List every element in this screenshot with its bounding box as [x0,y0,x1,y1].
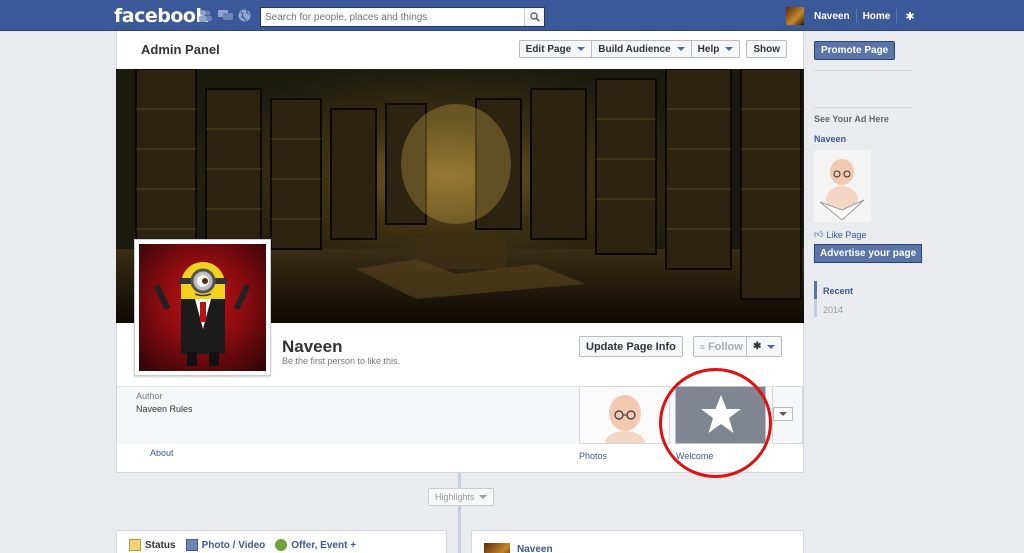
right-column-divider [814,70,913,71]
see-your-ad-heading[interactable]: See Your Ad Here [814,114,889,124]
highlights-label: Highlights [435,492,475,502]
photo-video-label: Photo / Video [201,539,266,551]
update-page-info-button[interactable]: Update Page Info [579,336,683,357]
user-name-link[interactable]: Naveen [810,11,854,22]
offer-event-label: Offer, Event + [291,539,357,551]
edit-page-button[interactable]: Edit Page [518,40,593,58]
minion-profile-image [139,244,266,371]
page-name[interactable]: Naveen [282,337,342,357]
right-column-divider [814,107,913,108]
profile-picture[interactable] [134,239,271,376]
promote-page-button[interactable]: Promote Page [814,41,896,60]
photo-video-tab[interactable]: Photo / Video [185,539,266,551]
offer-event-tab[interactable]: Offer, Event + [275,539,356,551]
nav-divider [896,9,898,23]
admin-panel-title: Admin Panel [141,42,220,57]
search-input[interactable] [261,8,523,26]
chevron-down-icon [725,47,734,51]
apps-dropdown-button[interactable] [773,407,793,421]
friend-requests-icon[interactable] [198,9,212,22]
page-settings-button[interactable]: ✱ [746,336,783,357]
user-avatar[interactable] [786,7,804,25]
timeline-post: Naveen [471,530,804,553]
welcome-tile-label[interactable]: Welcome [676,451,713,461]
ad-page-name[interactable]: Naveen [814,134,846,144]
show-button[interactable]: Show [746,40,787,58]
ad-image[interactable] [814,150,871,222]
help-label: Help [697,43,720,55]
follow-button[interactable]: ≈ Follow [693,336,750,357]
advertise-your-page-button[interactable]: Advertise your page [814,244,923,263]
author-label: Author [136,391,163,401]
edit-page-label: Edit Page [525,43,572,55]
scrubber-recent[interactable]: Recent [823,286,853,296]
scrubber-active-segment [814,281,817,299]
rss-icon: ≈ [700,341,705,352]
chevron-down-icon [577,47,586,51]
photos-tile-label[interactable]: Photos [579,451,607,461]
home-link[interactable]: Home [859,11,895,22]
thumbs-up-icon: 👍︎ [814,229,824,239]
about-link[interactable]: About [150,448,174,458]
photo-icon [185,539,198,551]
chevron-down-icon [767,344,776,349]
baby-reading-image [814,150,871,222]
help-button[interactable]: Help [690,40,741,58]
like-page-link[interactable]: 👍︎ Like Page [814,229,866,240]
settings-gear-icon[interactable]: ✱ [899,10,914,23]
author-value: Naveen Rules [136,404,193,414]
account-nav: Naveen Home ✱ [786,6,915,26]
chevron-down-icon [478,495,487,499]
status-tab[interactable]: Status [129,539,176,551]
admin-panel-bar: Admin Panel Edit Page Build Audience Hel… [116,31,804,69]
status-label: Status [145,539,176,551]
star-icon [700,395,741,433]
status-icon [129,539,141,551]
chevron-down-icon [676,47,685,51]
follow-label: Follow [707,340,743,353]
scrubber-year[interactable]: 2014 [823,305,843,315]
build-audience-button[interactable]: Build Audience [591,40,692,58]
messages-icon[interactable] [218,9,233,22]
nav-divider [855,9,857,23]
likes-summary: Be the first person to like this. [282,356,401,366]
post-author-name[interactable]: Naveen [517,544,553,553]
highlights-dropdown[interactable]: Highlights [428,488,494,506]
offer-icon [275,539,288,551]
photos-tile[interactable] [579,386,670,444]
facebook-logo[interactable]: facebook [114,5,208,27]
search-button[interactable] [524,8,544,26]
admin-panel-buttons: Edit Page Build Audience Help Show [518,40,787,58]
minion-illustration [153,262,251,366]
build-audience-label: Build Audience [598,43,671,55]
search-icon [529,12,540,22]
timeline-spine [458,473,461,553]
post-composer: Status Photo / Video Offer, Event + [116,530,447,553]
timeline-scrubber [814,281,817,317]
search-box [260,7,545,27]
notifications-globe-icon[interactable] [238,9,252,22]
like-page-label: Like Page [826,229,867,240]
post-author-avatar[interactable] [484,543,510,553]
chevron-down-icon [779,412,787,416]
gear-icon: ✱ [753,341,762,352]
baby-photo-thumbnail [580,387,669,443]
admin-dropdown-group: Edit Page Build Audience Help [518,40,741,58]
top-navigation-bar: facebook Naveen Home ✱ [0,0,1024,31]
welcome-tile[interactable] [675,386,766,444]
